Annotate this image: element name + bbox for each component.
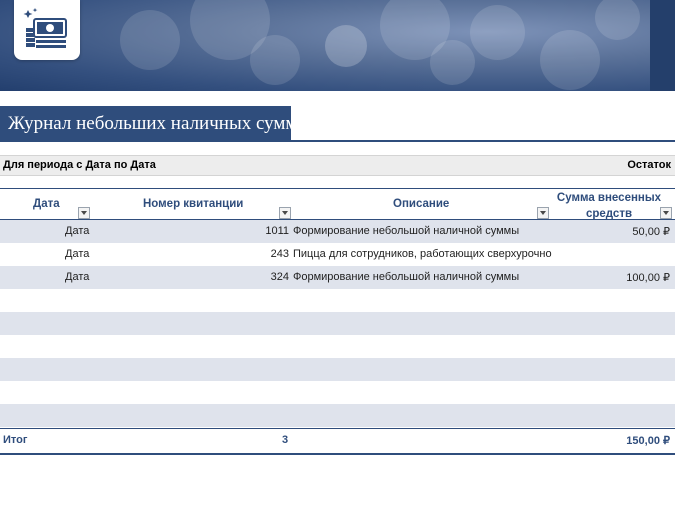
- total-label: Итог: [3, 434, 28, 446]
- column-header-date: Дата: [33, 198, 60, 210]
- cell-date: Дата: [65, 248, 90, 260]
- title-box: Журнал небольших наличных сумм: [0, 106, 297, 140]
- filter-receipt-button[interactable]: [279, 207, 291, 219]
- cell-description: Формирование небольшой наличной суммы: [293, 271, 520, 283]
- filter-description-button[interactable]: [537, 207, 549, 219]
- total-top-rule: [0, 428, 675, 429]
- banner-edge: [650, 0, 675, 91]
- total-amount: 150,00 ₽: [626, 435, 670, 447]
- table-row[interactable]: Дата 243 Пицца для сотрудников, работающ…: [0, 243, 675, 266]
- empty-row[interactable]: [0, 335, 675, 358]
- period-bar: Для периода с Дата по Дата Остаток: [0, 155, 675, 176]
- cell-receipt: 324: [270, 271, 289, 283]
- empty-row[interactable]: [0, 404, 675, 427]
- column-header-description: Описание: [393, 198, 450, 210]
- total-receipt-count: 3: [282, 434, 289, 446]
- logo: [14, 0, 80, 60]
- column-header-amount: Сумма внесенных средств: [556, 192, 662, 220]
- table-row[interactable]: Дата 324 Формирование небольшой наличной…: [0, 266, 675, 289]
- empty-row[interactable]: [0, 312, 675, 335]
- cell-description: Пицца для сотрудников, работающих сверху…: [293, 248, 552, 260]
- empty-row[interactable]: [0, 381, 675, 404]
- header-top-rule: [0, 188, 675, 189]
- column-header-receipt: Номер квитанции: [143, 198, 244, 210]
- cell-receipt: 243: [270, 248, 289, 260]
- filter-amount-button[interactable]: [660, 207, 672, 219]
- balance-label: Остаток: [627, 159, 671, 171]
- empty-row[interactable]: [0, 358, 675, 381]
- header-banner: [0, 0, 650, 91]
- cell-description: Формирование небольшой наличной суммы: [293, 225, 520, 237]
- table-row[interactable]: Дата 1011 Формирование небольшой налично…: [0, 220, 675, 243]
- empty-row[interactable]: [0, 289, 675, 312]
- cell-receipt: 1011: [265, 225, 289, 237]
- title-rule: [0, 140, 675, 142]
- period-label: Для периода с Дата по Дата: [3, 159, 156, 171]
- cell-date: Дата: [65, 271, 90, 283]
- filter-date-button[interactable]: [78, 207, 90, 219]
- total-bottom-rule: [0, 453, 675, 455]
- cell-amount: 100,00 ₽: [626, 272, 670, 284]
- cell-amount: 50,00 ₽: [632, 226, 670, 238]
- cell-date: Дата: [65, 225, 90, 237]
- page-title: Журнал небольших наличных сумм: [8, 113, 298, 134]
